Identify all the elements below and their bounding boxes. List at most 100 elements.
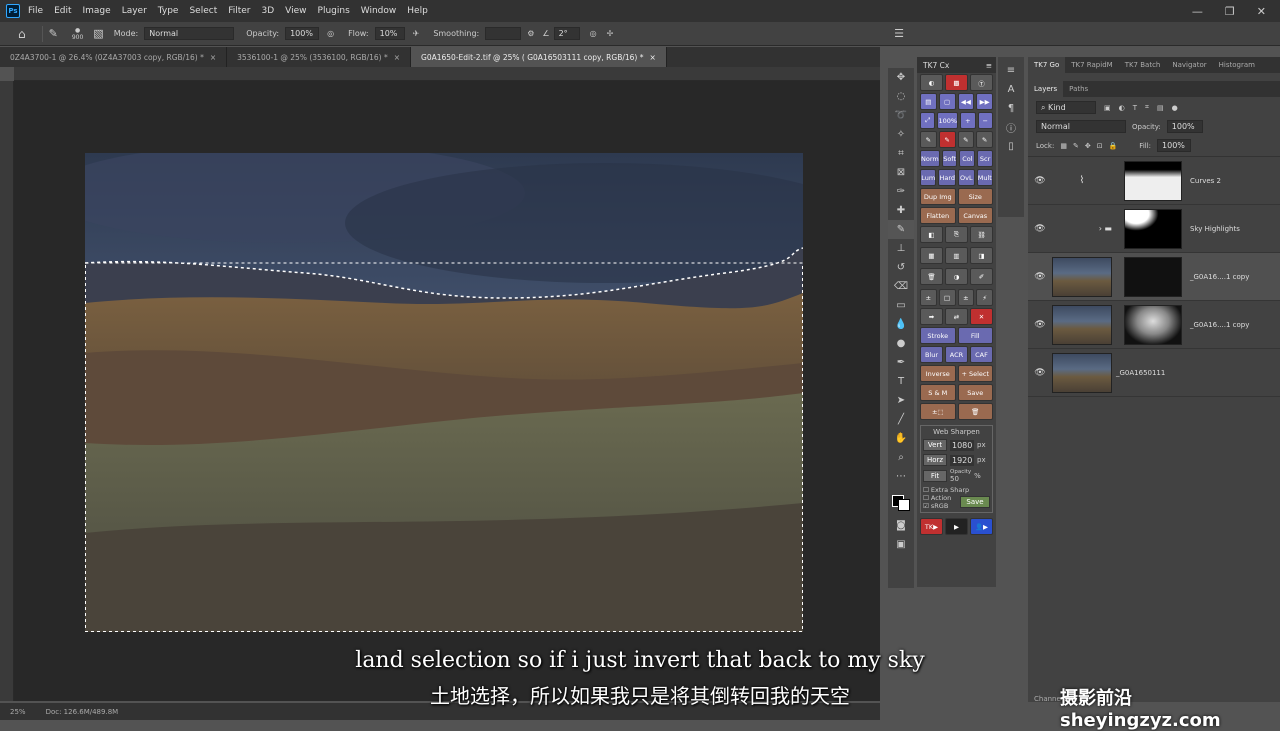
- smoothing-gear-icon[interactable]: ⚙: [527, 29, 534, 38]
- layer-thumb[interactable]: [1052, 256, 1112, 297]
- layer-name[interactable]: Curves 2: [1190, 177, 1221, 185]
- clone-stamp-icon[interactable]: ⊥: [888, 239, 914, 258]
- type-tool-icon[interactable]: T: [888, 372, 914, 391]
- layer-row[interactable]: 👁 › ▬ Sky Highlights: [1028, 205, 1280, 253]
- layer-row[interactable]: 👁 ⌇ Curves 2: [1028, 157, 1280, 205]
- character-icon[interactable]: A: [998, 80, 1024, 99]
- menu-plugins[interactable]: Plugins: [318, 6, 350, 16]
- menu-image[interactable]: Image: [83, 6, 111, 16]
- tk-user-icon[interactable]: 👤▶: [970, 518, 993, 535]
- tab-close-icon[interactable]: ×: [394, 53, 400, 62]
- line-tool-icon[interactable]: ╱: [888, 410, 914, 429]
- tk-link-icon[interactable]: ⛓: [970, 226, 993, 243]
- color-swatches[interactable]: [888, 486, 914, 516]
- tk-prev-icon[interactable]: ◀◀: [957, 93, 975, 110]
- layer-name[interactable]: Sky Highlights: [1190, 225, 1240, 233]
- mode-select[interactable]: Normal: [144, 27, 235, 40]
- home-icon[interactable]: ⌂: [18, 27, 26, 41]
- filter-type-icon[interactable]: T: [1133, 104, 1137, 112]
- tk-bottom-button[interactable]: TK ▶: [920, 518, 943, 535]
- tk-zoom-100[interactable]: 100%: [937, 112, 959, 129]
- channels-tab[interactable]: Channe: [1034, 695, 1061, 703]
- zoom-tool-icon[interactable]: ⌕: [888, 448, 914, 467]
- tk-color-icon[interactable]: ▩: [945, 74, 968, 91]
- filter-adjust-icon[interactable]: ◐: [1119, 104, 1125, 112]
- layer-mask-thumb[interactable]: [1124, 304, 1182, 345]
- tk-plus-select-button[interactable]: + Select: [957, 365, 993, 382]
- tk-brush-green-icon[interactable]: ✎: [957, 131, 975, 148]
- tab-histogram[interactable]: Histogram: [1213, 61, 1261, 69]
- more-tools-icon[interactable]: ⋯: [888, 467, 914, 486]
- tk-brush2-icon[interactable]: ✐: [970, 268, 993, 285]
- document-image[interactable]: [85, 153, 803, 632]
- eye-icon[interactable]: 👁: [1028, 320, 1052, 330]
- fit-button[interactable]: Fit: [923, 470, 947, 482]
- tk-stamp-icon[interactable]: ⎘: [945, 226, 968, 243]
- tk-new-icon[interactable]: ▢: [938, 93, 956, 110]
- smoothing-field[interactable]: [485, 27, 522, 40]
- tk-brush-gray-icon[interactable]: ✎: [976, 131, 993, 148]
- horz-field[interactable]: 1920: [950, 454, 974, 466]
- quick-mask-icon[interactable]: ◙: [888, 516, 914, 535]
- lock-pixels-icon[interactable]: ✎: [1073, 142, 1079, 150]
- brush-preset-picker[interactable]: ● 900: [72, 27, 83, 41]
- tk-trash-icon[interactable]: 🗑: [920, 268, 943, 285]
- tk-fit-icon[interactable]: ⤢: [920, 112, 936, 129]
- menu-type[interactable]: Type: [158, 6, 179, 16]
- tab-tk7-batch[interactable]: TK7 Batch: [1119, 61, 1167, 69]
- tk-next-icon[interactable]: ▶▶: [976, 93, 993, 110]
- ws-save-button[interactable]: Save: [960, 496, 990, 508]
- layer-name[interactable]: _G0A16....1 copy: [1190, 321, 1249, 329]
- layer-mask-thumb[interactable]: [1124, 256, 1182, 297]
- tk-inverse-button[interactable]: Inverse: [920, 365, 956, 382]
- background-color[interactable]: [898, 499, 910, 511]
- quick-select-tool-icon[interactable]: ✧: [888, 125, 914, 144]
- tk-blur-button[interactable]: Blur: [920, 346, 943, 363]
- doc-tab-2[interactable]: 3536100-1 @ 25% (3536100, RGB/16) * ×: [227, 47, 412, 67]
- layer-mask-thumb[interactable]: [1124, 160, 1182, 201]
- tk-dup-img-button[interactable]: Dup Img: [920, 188, 956, 205]
- tk-apply-icon[interactable]: ➡: [920, 308, 943, 325]
- tk-brush-red-icon[interactable]: ✎: [938, 131, 956, 148]
- tab-layers[interactable]: Layers: [1028, 81, 1064, 97]
- path-select-icon[interactable]: ➤: [888, 391, 914, 410]
- menu-select[interactable]: Select: [189, 6, 217, 16]
- layer-row[interactable]: 👁 _G0A1650111: [1028, 349, 1280, 397]
- tk-blend-hard[interactable]: Hard: [938, 169, 957, 186]
- tab-tk7-go[interactable]: TK7 Go: [1028, 57, 1066, 73]
- tk-zoom-in-icon[interactable]: +: [960, 112, 976, 129]
- tk-zoom-out-icon[interactable]: −: [977, 112, 993, 129]
- layer-row[interactable]: 👁 _G0A16....1 copy: [1028, 253, 1280, 301]
- tk-caf-button[interactable]: CAF: [970, 346, 993, 363]
- eye-icon[interactable]: 👁: [1028, 224, 1052, 234]
- tk-play-icon[interactable]: ▶: [945, 518, 968, 535]
- pen-tool-icon[interactable]: ✒: [888, 353, 914, 372]
- layer-thumb[interactable]: [1052, 352, 1112, 393]
- menu-filter[interactable]: Filter: [228, 6, 250, 16]
- tk-blend-scr[interactable]: Scr: [977, 150, 993, 167]
- tk-blend-ovl[interactable]: OvL: [958, 169, 975, 186]
- flow-field[interactable]: 10%: [374, 27, 405, 40]
- move-tool-icon[interactable]: ✥: [888, 68, 914, 87]
- layer-opacity-field[interactable]: 100%: [1166, 120, 1203, 133]
- doc-tab-1[interactable]: 0Z4A3700-1 @ 26.4% (0Z4A37003 copy, RGB/…: [0, 47, 228, 67]
- filter-smart-icon[interactable]: ▤: [1157, 104, 1164, 112]
- tk-flatten-button[interactable]: Flatten: [920, 207, 956, 224]
- tk-cancel-icon[interactable]: ✕: [970, 308, 993, 325]
- tk-size-button[interactable]: Size: [957, 188, 993, 205]
- tk-canvas-button[interactable]: Canvas: [957, 207, 993, 224]
- tk-swap-icon[interactable]: ⇄: [945, 308, 968, 325]
- tk-stroke-button[interactable]: Stroke: [920, 327, 956, 344]
- pressure-size-icon[interactable]: ◎: [590, 29, 597, 38]
- crop-tool-icon[interactable]: ⌗: [888, 144, 914, 163]
- ruler-left[interactable]: [0, 81, 14, 701]
- tk-blend-mult[interactable]: Mult: [976, 169, 994, 186]
- vert-button[interactable]: Vert: [923, 439, 947, 451]
- eye-icon[interactable]: 👁: [1028, 176, 1052, 186]
- kind-filter[interactable]: ⌕ Kind: [1036, 101, 1096, 114]
- menu-file[interactable]: File: [28, 6, 43, 16]
- eye-icon[interactable]: 👁: [1028, 272, 1052, 282]
- frame-tool-icon[interactable]: ⊠: [888, 163, 914, 182]
- menu-layer[interactable]: Layer: [122, 6, 147, 16]
- tk-plusminus-icon[interactable]: ±: [920, 289, 937, 306]
